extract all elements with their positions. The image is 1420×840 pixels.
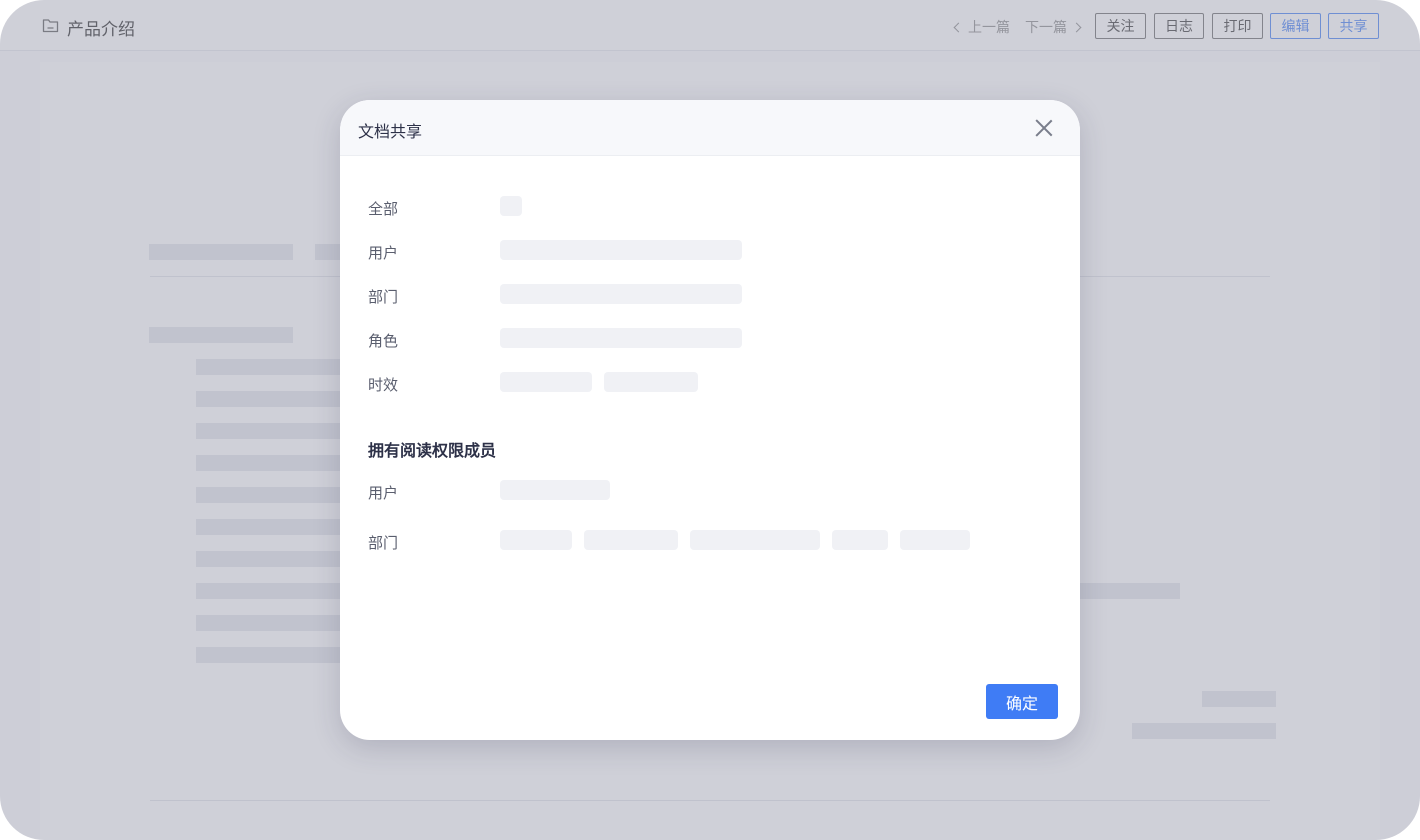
member-dept-tag[interactable] bbox=[584, 530, 678, 550]
validity-start-input[interactable] bbox=[500, 372, 592, 392]
dialog-header: 文档共享 bbox=[340, 100, 1080, 156]
all-checkbox[interactable] bbox=[500, 196, 522, 216]
close-icon[interactable] bbox=[1033, 117, 1055, 139]
dialog-title: 文档共享 bbox=[358, 124, 423, 141]
field-label-dept: 部门 bbox=[368, 289, 399, 306]
field-label-user: 用户 bbox=[368, 245, 399, 262]
dept-select[interactable] bbox=[500, 284, 742, 304]
share-dialog: 文档共享 全部 用户 部门 角色 时效 拥有阅读权限成员 用户 部门 确定 bbox=[340, 100, 1080, 740]
member-user-tag[interactable] bbox=[500, 480, 610, 500]
role-select[interactable] bbox=[500, 328, 742, 348]
member-dept-tag[interactable] bbox=[832, 530, 888, 550]
member-dept-tag[interactable] bbox=[500, 530, 572, 550]
app-window: 产品介绍 上一篇 下一篇 关注 日志 打印 编辑 共享 bbox=[0, 0, 1420, 840]
validity-end-input[interactable] bbox=[604, 372, 698, 392]
member-dept-tag[interactable] bbox=[690, 530, 820, 550]
confirm-button[interactable]: 确定 bbox=[986, 684, 1058, 719]
members-label-dept: 部门 bbox=[368, 535, 399, 552]
field-label-all: 全部 bbox=[368, 201, 399, 218]
members-section-title: 拥有阅读权限成员 bbox=[368, 443, 497, 460]
field-label-role: 角色 bbox=[368, 333, 399, 350]
member-dept-tag[interactable] bbox=[900, 530, 970, 550]
user-select[interactable] bbox=[500, 240, 742, 260]
members-label-user: 用户 bbox=[368, 485, 399, 502]
field-label-validity: 时效 bbox=[368, 377, 399, 394]
